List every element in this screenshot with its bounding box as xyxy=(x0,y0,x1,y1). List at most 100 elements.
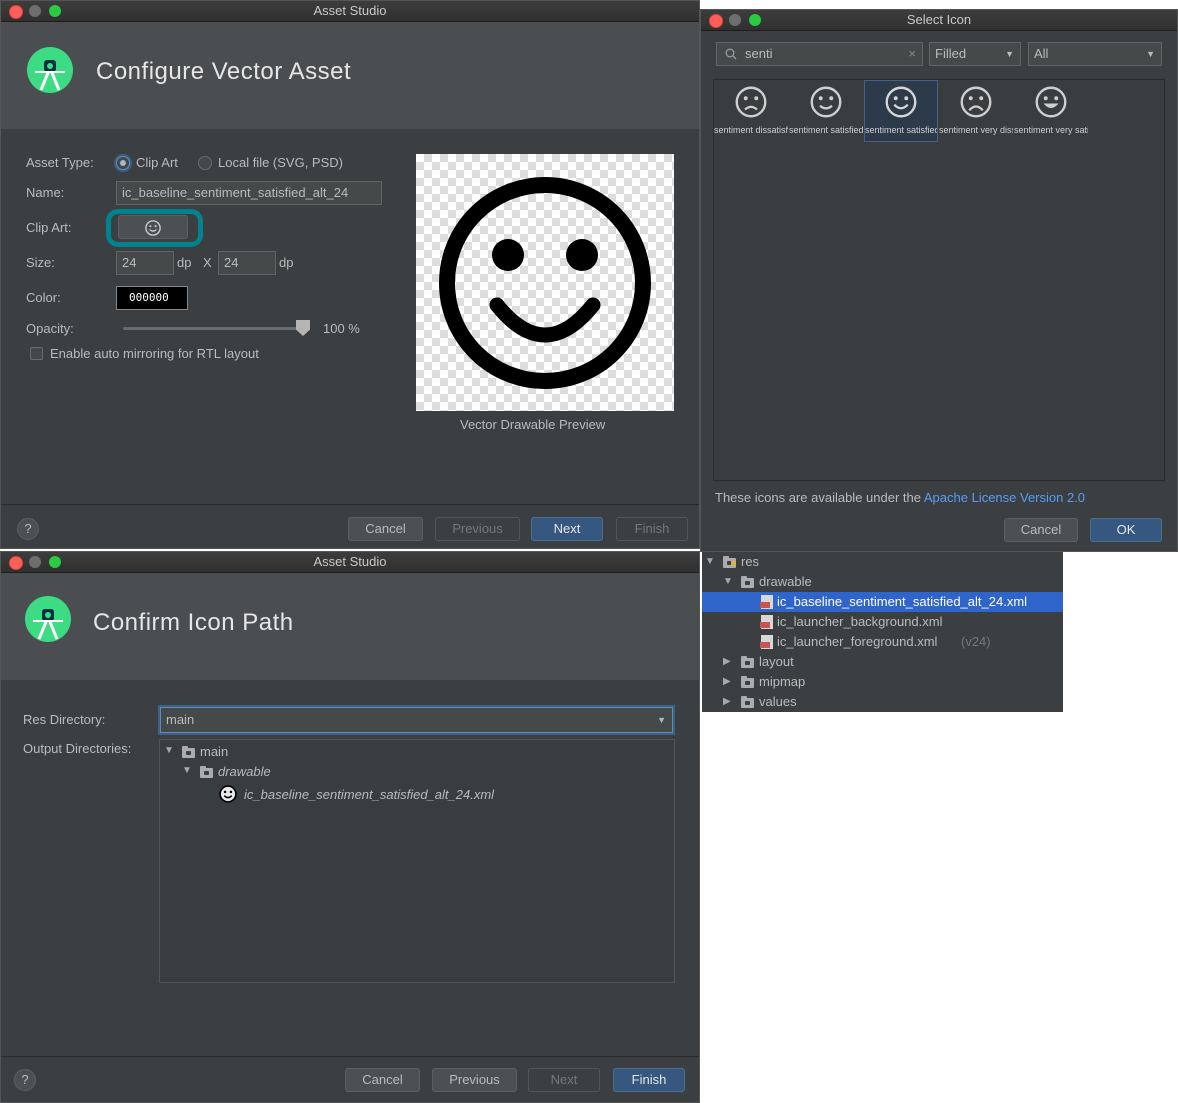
width-unit: dp xyxy=(177,255,192,270)
rtl-mirroring-label: Enable auto mirroring for RTL layout xyxy=(50,346,259,361)
close-window-button[interactable] xyxy=(709,14,723,28)
cancel-button[interactable]: Cancel xyxy=(345,1068,420,1092)
folder-icon xyxy=(741,676,754,688)
collapse-triangle-icon[interactable]: ▶ xyxy=(723,672,731,692)
name-input[interactable]: ic_baseline_sentiment_satisfied_alt_24 xyxy=(116,181,382,205)
expand-triangle-icon[interactable]: ▼ xyxy=(182,765,192,776)
next-button[interactable]: Next xyxy=(531,517,603,541)
res-directory-label: Res Directory: xyxy=(23,712,106,727)
title-bar[interactable]: Asset Studio xyxy=(1,1,699,22)
opacity-slider-thumb[interactable] xyxy=(296,320,310,336)
ok-button[interactable]: OK xyxy=(1090,518,1162,542)
minimize-window-button[interactable] xyxy=(29,5,41,17)
expand-triangle-icon[interactable]: ▼ xyxy=(705,552,715,572)
tree-row-file[interactable]: ic_launcher_foreground.xml (v24) xyxy=(702,632,1063,652)
tree-label-file: ic_launcher_background.xml xyxy=(777,614,943,629)
android-studio-logo-icon xyxy=(25,596,71,642)
help-button[interactable]: ? xyxy=(17,518,39,540)
tree-row-res[interactable]: ▼ res xyxy=(702,552,1063,572)
local-file-option-label: Local file (SVG, PSD) xyxy=(218,155,343,170)
tree-label-file: ic_launcher_foreground.xml xyxy=(777,634,938,649)
help-button[interactable]: ? xyxy=(14,1069,36,1091)
height-unit: dp xyxy=(279,255,294,270)
icon-caption: sentiment very satisfied xyxy=(1014,125,1088,135)
width-input[interactable]: 24 xyxy=(116,251,174,275)
xml-file-icon xyxy=(760,615,773,629)
color-swatch-button[interactable]: 000000 xyxy=(116,286,188,310)
title-bar[interactable]: Select Icon xyxy=(701,10,1177,31)
tree-row-mipmap[interactable]: ▶ mipmap xyxy=(702,672,1063,692)
tree-file-output: ic_baseline_sentiment_satisfied_alt_24.x… xyxy=(244,787,495,802)
previous-button[interactable]: Previous xyxy=(432,1068,517,1092)
page-title: Confirm Icon Path xyxy=(93,609,294,636)
clip-art-radio[interactable] xyxy=(116,156,130,170)
local-file-radio[interactable] xyxy=(198,156,212,170)
tree-row-layout[interactable]: ▶ layout xyxy=(702,652,1063,672)
icon-grid-item[interactable]: sentiment satisfied xyxy=(789,80,863,142)
cancel-button[interactable]: Cancel xyxy=(348,517,423,541)
style-dropdown-value: Filled xyxy=(935,46,967,61)
tree-row-drawable[interactable]: ▼ drawable xyxy=(702,572,1063,592)
tree-row-file[interactable]: ic_launcher_background.xml xyxy=(702,612,1063,632)
clip-art-button[interactable] xyxy=(118,215,188,239)
android-studio-logo-icon xyxy=(27,47,73,93)
style-dropdown[interactable]: Filled ▼ xyxy=(929,42,1021,66)
height-input[interactable]: 24 xyxy=(218,251,276,275)
sentiment-very-satisfied-icon xyxy=(1035,86,1067,118)
clip-art-label: Clip Art: xyxy=(26,220,72,235)
window-title: Asset Studio xyxy=(313,554,387,569)
vector-preview-canvas xyxy=(416,154,674,411)
folder-icon xyxy=(741,576,754,588)
expand-triangle-icon[interactable]: ▼ xyxy=(164,745,174,756)
minimize-window-button[interactable] xyxy=(729,14,741,26)
asset-type-label: Asset Type: xyxy=(26,155,94,170)
close-window-button[interactable] xyxy=(9,5,23,19)
res-directory-dropdown[interactable]: main ▼ xyxy=(160,707,673,733)
zoom-window-button[interactable] xyxy=(49,5,61,17)
configure-vector-asset-window: Asset Studio Configure Vector Asset Asse… xyxy=(0,0,700,549)
size-separator: X xyxy=(203,255,212,270)
apache-license-link[interactable]: Apache License Version 2.0 xyxy=(924,490,1085,505)
next-button[interactable]: Next xyxy=(528,1068,600,1092)
res-directory-value: main xyxy=(166,712,195,727)
tree-row-values[interactable]: ▶ values xyxy=(702,692,1063,712)
license-prefix: These icons are available under the xyxy=(715,490,921,505)
collapse-triangle-icon[interactable]: ▶ xyxy=(723,652,731,672)
icon-grid-item-selected[interactable]: sentiment satisfied alt xyxy=(864,80,938,142)
cancel-button[interactable]: Cancel xyxy=(1004,518,1078,542)
clear-search-icon[interactable]: × xyxy=(908,43,916,65)
icon-caption: sentiment very dissatisfied xyxy=(939,125,1013,135)
folder-icon xyxy=(741,696,754,708)
tree-folder-drawable: drawable xyxy=(218,764,271,779)
icon-caption: sentiment dissatisfied xyxy=(714,125,788,135)
sentiment-dissatisfied-icon xyxy=(735,86,767,118)
preview-caption: Vector Drawable Preview xyxy=(460,417,606,432)
zoom-window-button[interactable] xyxy=(749,14,761,26)
chevron-down-icon: ▼ xyxy=(1005,49,1014,59)
tree-label-file: ic_baseline_sentiment_satisfied_alt_24.x… xyxy=(777,594,1028,609)
category-dropdown[interactable]: All ▼ xyxy=(1028,42,1162,66)
collapse-triangle-icon[interactable]: ▶ xyxy=(723,692,731,712)
title-bar[interactable]: Asset Studio xyxy=(1,552,699,573)
opacity-label: Opacity: xyxy=(26,321,74,336)
zoom-window-button[interactable] xyxy=(49,556,61,568)
wizard-header: Confirm Icon Path xyxy=(1,573,699,680)
minimize-window-button[interactable] xyxy=(29,556,41,568)
folder-icon xyxy=(200,766,213,778)
finish-button[interactable]: Finish xyxy=(613,1068,685,1092)
icon-grid-item[interactable]: sentiment very dissatisfied xyxy=(939,80,1013,142)
previous-button[interactable]: Previous xyxy=(435,517,520,541)
xml-file-icon xyxy=(760,635,773,649)
project-tree-panel: ▼ res ▼ drawable ic_baseline_sentiment_s… xyxy=(702,552,1063,712)
output-directories-tree[interactable]: ▼ main ▼ drawable ic_baseline_sentiment_… xyxy=(159,739,675,983)
icon-search-input[interactable]: senti × xyxy=(716,42,923,66)
folder-icon xyxy=(182,746,195,758)
rtl-mirroring-checkbox[interactable] xyxy=(30,347,43,360)
finish-button[interactable]: Finish xyxy=(616,517,688,541)
opacity-slider-track[interactable] xyxy=(123,327,303,330)
tree-row-file-selected[interactable]: ic_baseline_sentiment_satisfied_alt_24.x… xyxy=(702,592,1063,612)
icon-grid-item[interactable]: sentiment dissatisfied xyxy=(714,80,788,142)
close-window-button[interactable] xyxy=(9,556,23,570)
icon-grid-item[interactable]: sentiment very satisfied xyxy=(1014,80,1088,142)
expand-triangle-icon[interactable]: ▼ xyxy=(723,572,733,592)
